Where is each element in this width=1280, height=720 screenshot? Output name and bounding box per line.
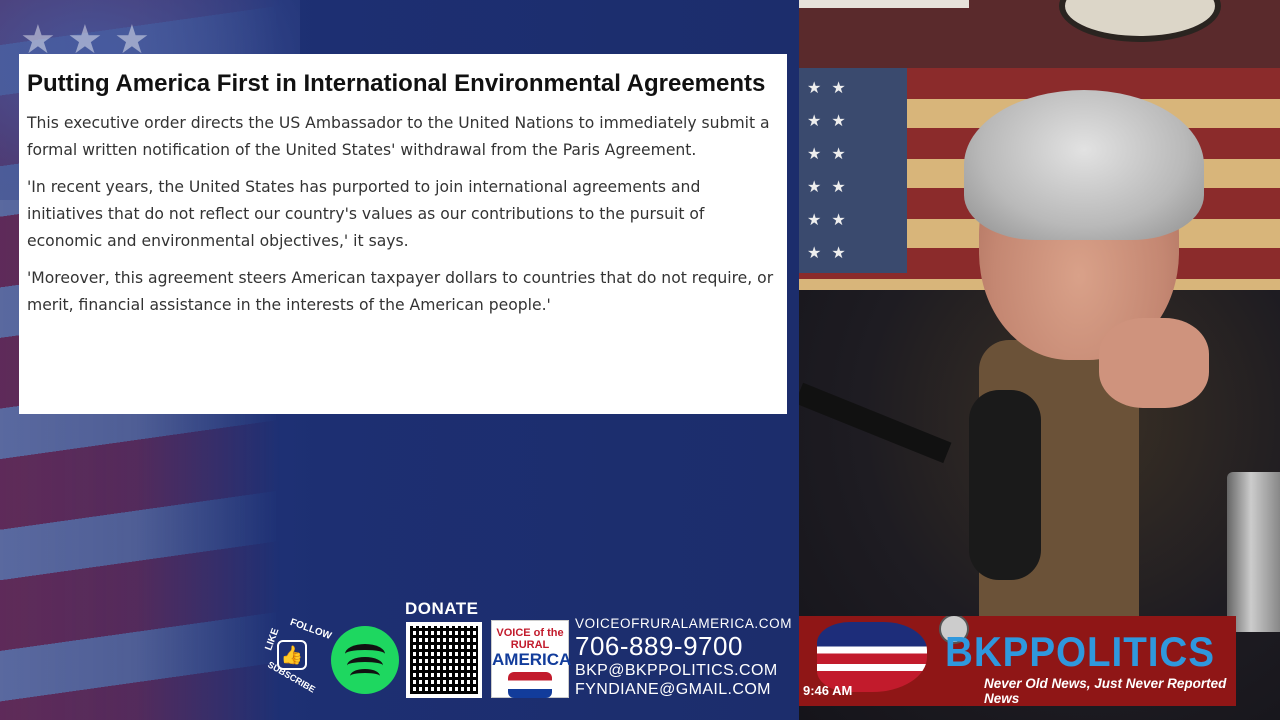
article-paragraph-1: This executive order directs the US Amba… xyxy=(27,114,770,159)
website-link[interactable]: VOICEOFRURALAMERICA.COM xyxy=(575,616,792,631)
article-title: Putting America First in International E… xyxy=(27,70,766,97)
article-paragraph-2: 'In recent years, the United States has … xyxy=(27,178,705,250)
follow-label: FOLLOW xyxy=(288,616,333,643)
bkp-politics-logo: BKPPOLITICS xyxy=(945,628,1215,675)
donate-label: DONATE xyxy=(405,599,479,618)
tumbler-cup xyxy=(1227,472,1280,632)
video-feed: ★★ ★★ ★★ ★★ ★★ ★★ xyxy=(799,0,1280,720)
wall-flag-stars: ★★ ★★ ★★ ★★ ★★ ★★ xyxy=(799,68,907,273)
us-flag-map-icon xyxy=(817,622,927,692)
us-map-icon xyxy=(508,672,552,698)
article-paragraph-3: 'Moreover, this agreement steers America… xyxy=(27,269,774,314)
microphone xyxy=(969,390,1041,580)
host-hair xyxy=(964,90,1204,240)
bkp-politics-banner: BKPPOLITICS Never Old News, Just Never R… xyxy=(799,616,1236,706)
donate-qr-code[interactable] xyxy=(406,622,482,698)
banner-tagline: Never Old News, Just Never Reported News xyxy=(984,676,1227,706)
wall-clock xyxy=(1059,0,1221,42)
left-panel: ★ ★ ★★ ★ Putting America First in Intern… xyxy=(0,0,799,720)
voice-of-rural-america-logo: VOICE of the RURAL AMERICA xyxy=(491,620,572,698)
host-hand xyxy=(1099,318,1209,408)
like-follow-subscribe-badge[interactable]: LIKE FOLLOW 👍 SUBSCRIBE xyxy=(259,617,333,695)
email-fyndiane[interactable]: FYNDIANE@GMAIL.COM xyxy=(575,680,792,699)
wall-frame xyxy=(799,0,969,8)
logo-line-1: VOICE of the RURAL xyxy=(496,627,564,651)
spotify-icon[interactable] xyxy=(331,626,399,694)
footer-bar: LIKE FOLLOW 👍 SUBSCRIBE DONATE VOICE of … xyxy=(255,598,795,718)
time-stamp: 9:46 AM xyxy=(803,683,853,698)
contact-info: VOICEOFRURALAMERICA.COM 706-889-9700 BKP… xyxy=(575,616,792,699)
logo-line-2: AMERICA xyxy=(492,650,572,669)
email-bkp[interactable]: BKP@BKPPOLITICS.COM xyxy=(575,661,792,680)
article-card: Putting America First in International E… xyxy=(19,54,787,414)
phone-number: 706-889-9700 xyxy=(575,631,743,661)
